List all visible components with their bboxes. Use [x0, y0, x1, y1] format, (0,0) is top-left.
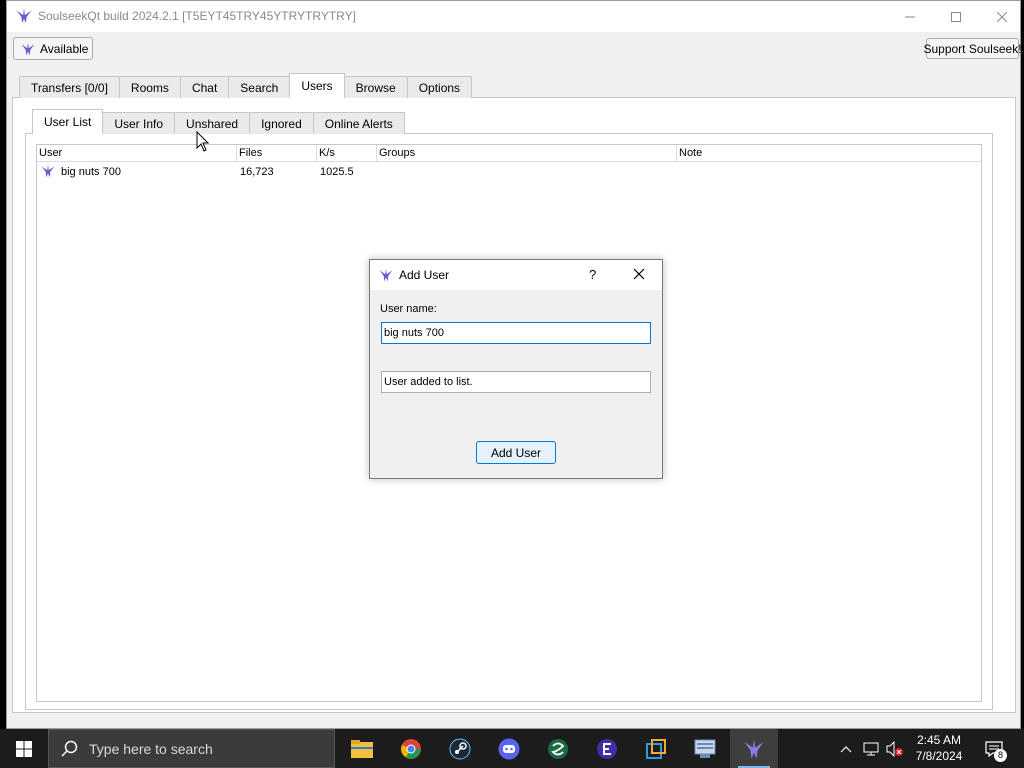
- tab-ignored[interactable]: Ignored: [249, 112, 314, 134]
- app-icon: [548, 738, 568, 759]
- file-explorer-icon: [351, 739, 373, 758]
- title-bar[interactable]: SoulseekQt build 2024.2.1 [T5EYT45TRY45Y…: [7, 1, 1020, 32]
- table-row[interactable]: big nuts 700 16,723 1025.5: [37, 163, 981, 181]
- column-header-files[interactable]: Files: [237, 145, 317, 162]
- cell-speed: 1025.5: [320, 166, 354, 178]
- tab-browse[interactable]: Browse: [343, 76, 408, 98]
- taskbar-app[interactable]: [583, 729, 631, 768]
- app-icon: [597, 738, 617, 759]
- maximize-icon: [951, 11, 961, 22]
- window-title: SoulseekQt build 2024.2.1 [T5EYT45TRY45Y…: [38, 9, 356, 23]
- soulseek-bird-icon: [21, 42, 35, 55]
- minimize-button[interactable]: [887, 1, 933, 32]
- tab-online-alerts[interactable]: Online Alerts: [312, 112, 405, 134]
- taskbar-search-placeholder: Type here to search: [89, 741, 213, 757]
- chrome-icon: [401, 738, 421, 759]
- action-center-button[interactable]: [980, 729, 1008, 768]
- dialog-close-icon[interactable]: [633, 268, 645, 280]
- users-sub-tab-bar: User List User Info Unshared Ignored Onl…: [32, 109, 405, 134]
- tab-search[interactable]: Search: [228, 76, 291, 98]
- minimize-icon: [905, 16, 915, 17]
- tab-users[interactable]: Users: [289, 73, 345, 98]
- column-header-groups[interactable]: Groups: [377, 145, 677, 162]
- tab-options[interactable]: Options: [406, 76, 473, 98]
- table-header: User Files K/s Groups Note: [37, 145, 981, 162]
- volume-button[interactable]: [884, 729, 906, 768]
- volume-muted-icon: [886, 740, 903, 757]
- soulseek-logo-icon: [379, 268, 393, 282]
- taskbar-clock[interactable]: 2:45 AM 7/8/2024: [906, 732, 972, 764]
- tab-transfers[interactable]: Transfers [0/0]: [19, 76, 120, 98]
- taskbar-discord[interactable]: [485, 729, 533, 768]
- help-button[interactable]: ?: [589, 267, 596, 282]
- soulseek-icon: [744, 738, 764, 759]
- taskbar-steam[interactable]: [436, 729, 484, 768]
- network-button[interactable]: [860, 729, 882, 768]
- tab-rooms[interactable]: Rooms: [118, 76, 181, 98]
- chevron-up-icon: [840, 745, 852, 752]
- cell-user: big nuts 700: [61, 166, 121, 178]
- status-button-label: Available: [40, 41, 89, 56]
- status-button[interactable]: Available: [13, 37, 93, 60]
- taskbar-app[interactable]: [534, 729, 582, 768]
- tab-user-info[interactable]: User Info: [102, 112, 176, 134]
- cell-files: 16,723: [240, 166, 274, 178]
- discord-icon: [498, 738, 520, 759]
- maximize-button[interactable]: [933, 1, 979, 32]
- tab-unshared[interactable]: Unshared: [174, 112, 251, 134]
- steam-icon: [449, 738, 471, 759]
- taskbar-app[interactable]: [632, 729, 680, 768]
- support-soulseek-button[interactable]: Support Soulseek!: [923, 38, 1022, 59]
- column-header-note[interactable]: Note: [677, 145, 982, 162]
- taskbar-app[interactable]: [681, 729, 729, 768]
- status-field: User added to list.: [381, 371, 651, 393]
- start-button[interactable]: [0, 729, 48, 768]
- dialog-title: Add User: [399, 268, 450, 282]
- soulseek-user-icon: [41, 164, 55, 178]
- taskbar-file-explorer[interactable]: [338, 729, 386, 768]
- dialog-title-bar[interactable]: Add User ?: [370, 260, 662, 290]
- clock-time: 2:45 AM: [916, 733, 962, 747]
- main-tab-bar: Transfers [0/0] Rooms Chat Search Users …: [19, 73, 473, 98]
- soulseek-logo-icon: [16, 8, 32, 24]
- taskbar-search-box[interactable]: Type here to search: [48, 729, 335, 768]
- notification-count-badge: 8: [994, 749, 1007, 762]
- windows-logo-icon: [16, 740, 32, 757]
- username-input[interactable]: big nuts 700: [381, 322, 651, 344]
- clock-date: 7/8/2024: [915, 749, 963, 763]
- taskbar-soulseek[interactable]: [730, 729, 778, 768]
- taskbar: Type here to search 2:45 AM 7/8/2024: [0, 729, 1024, 768]
- tab-chat[interactable]: Chat: [179, 76, 230, 98]
- close-icon: [997, 11, 1007, 22]
- app-icon: [694, 739, 716, 758]
- network-icon: [863, 742, 879, 755]
- close-button[interactable]: [979, 1, 1024, 32]
- tab-user-list[interactable]: User List: [32, 109, 104, 134]
- add-user-dialog: Add User ? User name: big nuts 700 User …: [369, 259, 663, 479]
- search-icon: [61, 740, 78, 757]
- app-icon: [646, 738, 666, 759]
- column-header-speed[interactable]: K/s: [317, 145, 377, 162]
- add-user-button[interactable]: Add User: [476, 441, 556, 464]
- mouse-cursor-icon: [196, 131, 210, 152]
- username-label: User name:: [380, 303, 437, 315]
- taskbar-chrome[interactable]: [387, 729, 435, 768]
- show-hidden-icons-button[interactable]: [836, 729, 856, 768]
